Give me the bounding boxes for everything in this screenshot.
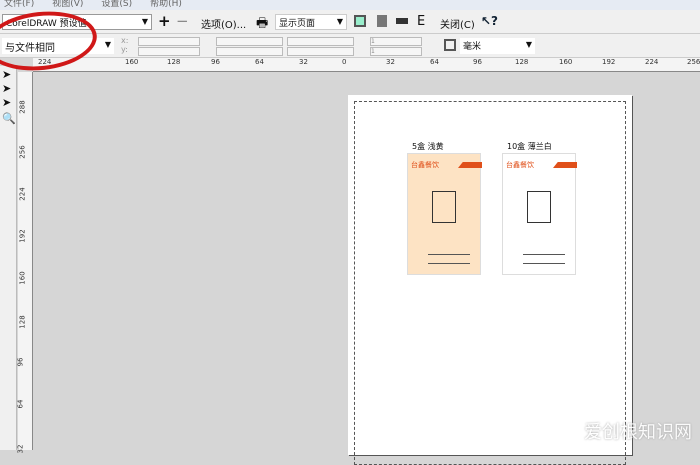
v-ruler-label: 288 [18, 100, 27, 114]
e-button[interactable]: E [417, 14, 425, 29]
chevron-down-icon: ▼ [141, 17, 148, 26]
layout-tool-icon[interactable]: ➤ [2, 96, 15, 110]
card-stripe [458, 162, 482, 168]
xy-labels: x: y: [121, 36, 128, 54]
printable-area [354, 101, 626, 465]
toolbox: ➤ ➤ ➤ 🔍 [0, 66, 17, 450]
menu-bar: 文件(F) 视图(V) 设置(S) 帮助(H) [0, 0, 700, 10]
vertical-ruler: 288 256 224 192 160 128 96 64 32 [16, 72, 33, 453]
help-pointer-icon[interactable]: ↖? [481, 14, 498, 28]
v-ruler-label: 96 [16, 357, 25, 367]
menu-file[interactable]: 文件(F) [4, 0, 34, 9]
zoom-tool-icon[interactable]: 🔍 [2, 112, 16, 126]
photo-frame [527, 191, 551, 223]
x-label: x: [121, 36, 129, 45]
v-ruler-label: 256 [18, 145, 27, 159]
card-caption: 10盒 薄兰白 [507, 142, 552, 151]
v-ruler-label: 128 [18, 315, 27, 329]
h-ruler-label: 0 [342, 58, 347, 66]
h-ruler-label: 96 [473, 58, 482, 66]
menu-view[interactable]: 视图(V) [52, 0, 83, 9]
toolbar-main: CorelDRAW 预设值 ▼ + − 选项(O)... 🖶 显示页面 ▼ E 关闭… [0, 10, 700, 34]
units-value: 毫米 [463, 42, 482, 52]
card-design[interactable]: 台鑫餐饮 [407, 153, 482, 275]
pages-icon[interactable] [377, 15, 387, 27]
scale-y-input[interactable] [287, 47, 354, 56]
h-ruler-label: 32 [299, 58, 308, 66]
tile-icon[interactable] [444, 39, 456, 51]
height-input[interactable] [216, 47, 283, 56]
h-ruler-label: 256 [687, 58, 700, 66]
display-value: 显示页面 [279, 19, 316, 29]
display-select[interactable]: 显示页面 ▼ [275, 14, 347, 30]
chevron-down-icon: ▼ [525, 40, 532, 49]
y-input[interactable] [138, 47, 200, 56]
scale-x-input[interactable] [287, 37, 354, 46]
h-ruler-label: 224 [645, 58, 659, 66]
options-button[interactable]: 选项(O)... [201, 16, 246, 31]
add-preset-button[interactable]: + [158, 12, 171, 30]
copies-a-input[interactable]: 1 [370, 37, 422, 46]
printer-icon[interactable]: 🖶 [256, 14, 268, 36]
transform-tool-icon[interactable]: ➤ [2, 82, 15, 96]
card-field-line [523, 254, 565, 255]
card-field-line [428, 254, 470, 255]
monitor-icon[interactable] [354, 15, 366, 27]
v-ruler-label: 160 [18, 271, 27, 285]
card-design[interactable]: 台鑫餐饮 [502, 153, 577, 275]
print-page [348, 95, 632, 465]
card-caption: 5盒 浅黄 [412, 142, 444, 151]
watermark: 爱创根知识网 [584, 422, 692, 443]
h-ruler-label: 32 [386, 58, 395, 66]
h-ruler-label: 160 [559, 58, 573, 66]
h-ruler-label: 96 [211, 58, 220, 66]
horizontal-ruler: 224 160 128 96 64 32 0 32 64 96 128 160 192 224 256 [33, 58, 700, 72]
h-ruler-label: 192 [602, 58, 616, 66]
y-label: y: [121, 45, 128, 54]
card-field-line [523, 263, 565, 264]
toolbar-page: 与文件相同 ▼ x: y: 1 1 毫米 ▼ [0, 34, 700, 58]
h-ruler-label: 64 [430, 58, 439, 66]
h-ruler-label: 64 [255, 58, 264, 66]
h-ruler-label: 128 [515, 58, 529, 66]
menu-settings[interactable]: 设置(S) [101, 0, 132, 9]
pointer-tool-icon[interactable]: ➤ [2, 68, 15, 82]
layout-icon[interactable] [396, 18, 408, 24]
remove-preset-button[interactable]: − [176, 12, 189, 30]
close-button[interactable]: 关闭(C) [440, 16, 475, 31]
h-ruler-label: 160 [125, 58, 139, 66]
units-select[interactable]: 毫米 ▼ [460, 38, 535, 54]
chevron-down-icon: ▼ [336, 17, 343, 26]
width-input[interactable] [216, 37, 283, 46]
v-ruler-label: 64 [16, 399, 25, 409]
h-ruler-label: 128 [167, 58, 181, 66]
v-ruler-label: 192 [18, 229, 27, 243]
menu-help[interactable]: 帮助(H) [150, 0, 182, 9]
card-field-line [428, 263, 470, 264]
v-ruler-label: 224 [18, 187, 27, 201]
chevron-down-icon: ▼ [104, 40, 111, 49]
copies-b-input[interactable]: 1 [370, 47, 422, 56]
card-brand: 台鑫餐饮 [506, 161, 534, 169]
card-brand: 台鑫餐饮 [411, 161, 439, 169]
v-ruler-label: 32 [16, 444, 25, 454]
x-input[interactable] [138, 37, 200, 46]
photo-frame [432, 191, 456, 223]
card-stripe [553, 162, 577, 168]
